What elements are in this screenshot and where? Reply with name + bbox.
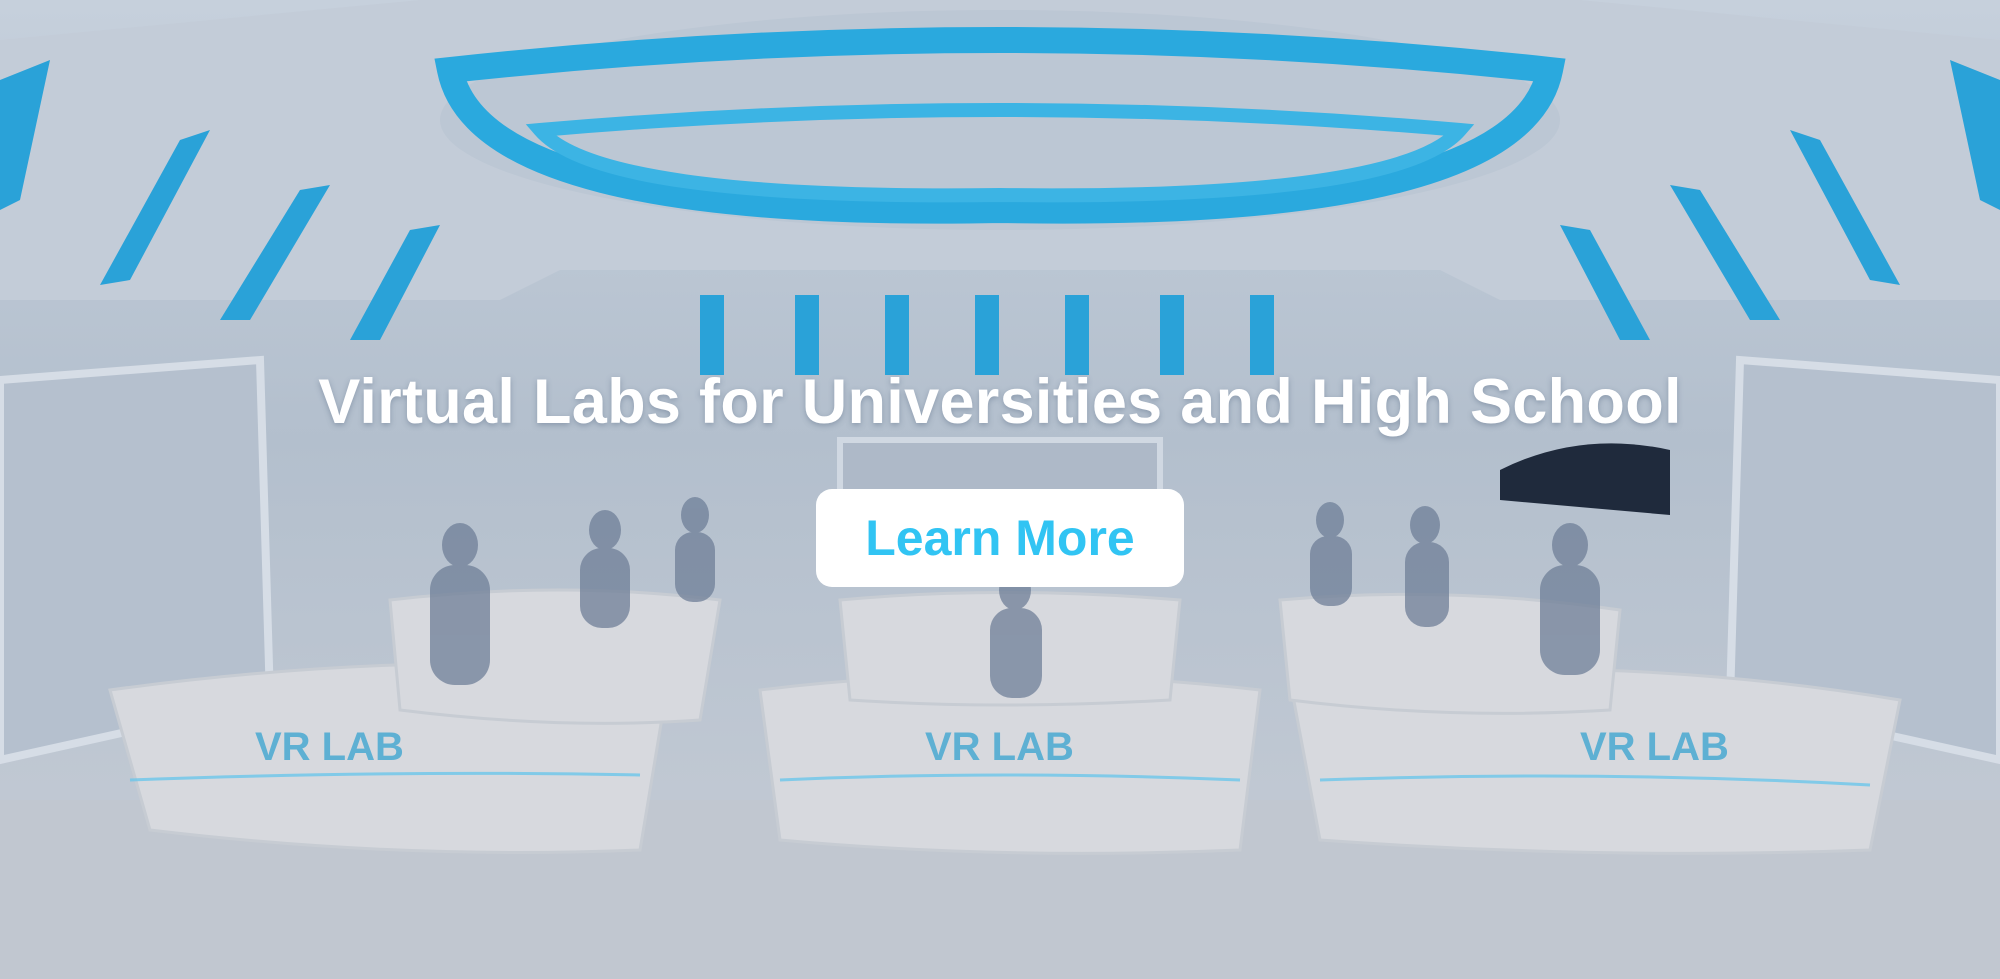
learn-more-button[interactable]: Learn More [816, 489, 1184, 587]
hero-banner: VR LAB VR LAB VR LAB Virtual Labs for Univ… [0, 0, 2000, 979]
hero-title: Virtual Labs for Universities and High S… [318, 367, 1682, 437]
svg-text:VR LAB: VR LAB [1580, 725, 1729, 769]
svg-text:VR LAB: VR LAB [255, 725, 404, 769]
svg-text:VR LAB: VR LAB [925, 725, 1074, 769]
